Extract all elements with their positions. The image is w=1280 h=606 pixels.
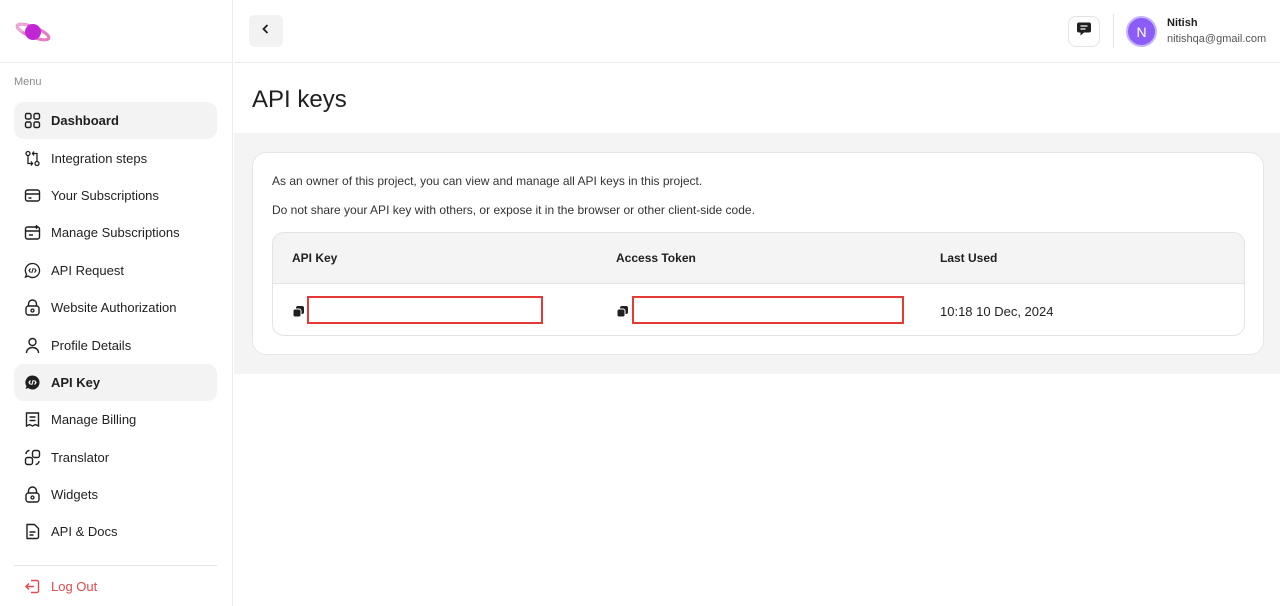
table-row: 10:18 10 Dec, 2024	[273, 284, 1244, 335]
sidebar-item-your-subscriptions[interactable]: Your Subscriptions	[14, 177, 217, 214]
sidebar-item-label: Widgets	[51, 487, 98, 503]
sidebar-item-website-authorization[interactable]: Website Authorization	[14, 289, 217, 326]
menu-label: Menu	[14, 76, 42, 88]
warning-text: Do not share your API key with others, o…	[272, 203, 755, 217]
sidebar-item-api-request[interactable]: API Request	[14, 252, 217, 289]
divider	[14, 565, 217, 566]
git-compare-icon	[24, 150, 41, 167]
grid-icon	[24, 112, 41, 129]
planet-logo-icon[interactable]	[14, 19, 52, 45]
user-icon	[24, 337, 41, 354]
sidebar-item-label: API & Docs	[51, 524, 118, 540]
divider	[1113, 14, 1114, 48]
api-key-value[interactable]	[307, 296, 543, 324]
sidebar-nav: Dashboard Integration steps Your Subscri…	[14, 102, 217, 551]
code-chat-filled-icon	[24, 374, 41, 391]
sidebar-item-label: Dashboard	[51, 113, 119, 129]
sidebar-item-manage-subscriptions[interactable]: Manage Subscriptions	[14, 214, 217, 251]
lock-icon	[24, 486, 41, 503]
sidebar-item-label: Profile Details	[51, 337, 132, 353]
sidebar-item-label: API Key	[51, 374, 101, 390]
sidebar-item-label: Manage Billing	[51, 412, 137, 428]
api-keys-table: API Key Access Token Last Used 10:18 10 …	[272, 232, 1245, 336]
sidebar-item-profile-details[interactable]: Profile Details	[14, 326, 217, 363]
sidebar-item-dashboard[interactable]: Dashboard	[14, 102, 217, 140]
sidebar-item-api-key[interactable]: API Key	[14, 363, 217, 402]
access-token-value[interactable]	[632, 296, 904, 324]
translate-icon	[24, 449, 41, 466]
back-button[interactable]	[249, 15, 283, 47]
sidebar-item-integration-steps[interactable]: Integration steps	[14, 139, 217, 176]
sidebar-item-label: Integration steps	[51, 150, 148, 166]
sidebar-item-translator[interactable]: Translator	[14, 439, 217, 476]
sidebar-item-widgets[interactable]: Widgets	[14, 476, 217, 513]
avatar[interactable]: N	[1126, 16, 1157, 47]
divider	[0, 62, 233, 63]
logout-label: Log Out	[51, 579, 98, 594]
sidebar-item-label: Manage Subscriptions	[51, 225, 180, 241]
user-email: nitishqa@gmail.com	[1167, 33, 1267, 45]
message-icon	[1076, 21, 1092, 42]
calendar-plus-icon	[24, 224, 41, 241]
logout-button[interactable]: Log Out	[24, 578, 97, 595]
sidebar-item-label: Your Subscriptions	[51, 187, 159, 203]
code-chat-icon	[24, 262, 41, 279]
column-header-last-used: Last Used	[940, 251, 998, 265]
topbar: N Nitish nitishqa@gmail.com	[234, 0, 1280, 63]
api-keys-card: As an owner of this project, you can vie…	[252, 152, 1264, 355]
document-icon	[24, 523, 41, 540]
logout-icon	[24, 578, 41, 595]
sidebar: Menu Dashboard Integration steps Your Su…	[0, 0, 233, 606]
sidebar-item-label: API Request	[51, 262, 124, 278]
receipt-icon	[24, 411, 41, 428]
copy-icon[interactable]	[616, 305, 629, 318]
last-used-value: 10:18 10 Dec, 2024	[940, 304, 1054, 319]
user-name: Nitish	[1167, 17, 1198, 29]
sidebar-item-manage-billing[interactable]: Manage Billing	[14, 401, 217, 438]
copy-icon[interactable]	[292, 305, 305, 318]
sidebar-item-label: Translator	[51, 449, 110, 465]
description-text: As an owner of this project, you can vie…	[272, 174, 703, 188]
sidebar-item-api-docs[interactable]: API & Docs	[14, 513, 217, 550]
chevron-left-icon	[260, 22, 272, 40]
column-header-access-token: Access Token	[616, 251, 696, 265]
table-header: API Key Access Token Last Used	[273, 233, 1244, 284]
sidebar-item-label: Website Authorization	[51, 300, 177, 316]
page-title: API keys	[252, 86, 347, 113]
column-header-api-key: API Key	[292, 251, 338, 265]
lock-icon	[24, 299, 41, 316]
card-icon	[24, 187, 41, 204]
chat-button[interactable]	[1068, 16, 1100, 47]
